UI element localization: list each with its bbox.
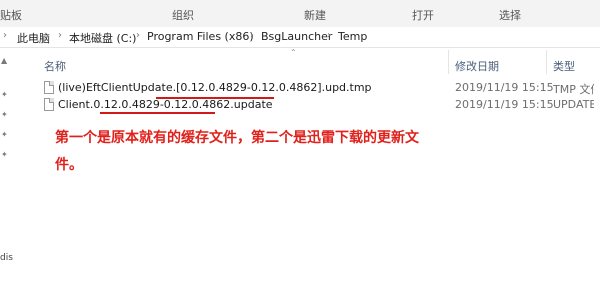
pin-icon[interactable]: ✦ xyxy=(1,110,9,119)
annotation-underline xyxy=(100,112,215,114)
ribbon-bar: 贴板 组织 新建 打开 选择 xyxy=(0,0,600,28)
column-header-type[interactable]: 类型 xyxy=(553,58,575,74)
column-divider[interactable] xyxy=(448,50,449,74)
chevron-right-icon: › xyxy=(58,30,62,41)
chevron-right-icon: › xyxy=(3,30,7,41)
file-modified: 2019/11/19 15:15 xyxy=(455,81,554,94)
file-name[interactable]: Client.0.12.0.4829-0.12.0.4862.update xyxy=(58,98,273,111)
chevron-right-icon: › xyxy=(136,30,140,41)
ribbon-select-label[interactable]: 选择 xyxy=(499,7,521,23)
file-row[interactable]: Client.0.12.0.4829-0.12.0.4862.update 20… xyxy=(30,97,600,113)
breadcrumb[interactable]: › 此电脑 › 本地磁盘 (C:) › Program Files (x86) … xyxy=(0,27,600,48)
ribbon-clipboard-label[interactable]: 贴板 xyxy=(0,7,22,23)
breadcrumb-program-files[interactable]: Program Files (x86) xyxy=(147,30,254,43)
pin-icon[interactable]: ✦ xyxy=(1,90,9,99)
ribbon-new-label[interactable]: 新建 xyxy=(304,7,326,23)
file-row[interactable]: (live)EftClientUpdate.[0.12.0.4829-0.12.… xyxy=(30,80,600,96)
ribbon-open-label[interactable]: 打开 xyxy=(412,7,434,23)
column-divider[interactable] xyxy=(546,50,547,74)
file-name[interactable]: (live)EftClientUpdate.[0.12.0.4829-0.12.… xyxy=(58,81,372,94)
file-type: UPDATE xyxy=(553,98,597,111)
file-type: TMP 文件 xyxy=(553,83,600,96)
file-modified: 2019/11/19 15:15 xyxy=(455,98,554,111)
navigation-pane: ▲ ✦ ✦ ✦ ✦ dis xyxy=(0,48,14,282)
chevron-up-icon[interactable]: ▲ xyxy=(1,56,9,65)
file-icon xyxy=(44,98,54,111)
annotation-text: 第一个是原本就有的缓存文件，第二个是迅雷下载的更新文件。 xyxy=(55,130,419,173)
nav-item-partial[interactable]: dis xyxy=(0,253,13,263)
annotation-underline xyxy=(156,97,274,99)
vertical-scrollbar[interactable] xyxy=(594,48,600,282)
file-icon xyxy=(44,81,54,94)
chevron-right-icon: › xyxy=(327,30,331,41)
breadcrumb-bsglauncher[interactable]: BsgLauncher xyxy=(261,30,332,43)
pin-icon[interactable]: ✦ xyxy=(1,130,9,139)
pin-icon[interactable]: ✦ xyxy=(1,150,9,159)
column-header-modified[interactable]: 修改日期 xyxy=(455,58,499,74)
column-header-name[interactable]: 名称 xyxy=(44,58,66,74)
breadcrumb-local-disk[interactable]: 本地磁盘 (C:) xyxy=(69,30,136,46)
sort-chevron-icon: ⌃ xyxy=(290,48,297,57)
breadcrumb-this-pc[interactable]: 此电脑 xyxy=(17,30,50,46)
chevron-right-icon: › xyxy=(250,30,254,41)
ribbon-organize-label[interactable]: 组织 xyxy=(172,7,194,23)
breadcrumb-temp[interactable]: Temp xyxy=(338,30,367,43)
